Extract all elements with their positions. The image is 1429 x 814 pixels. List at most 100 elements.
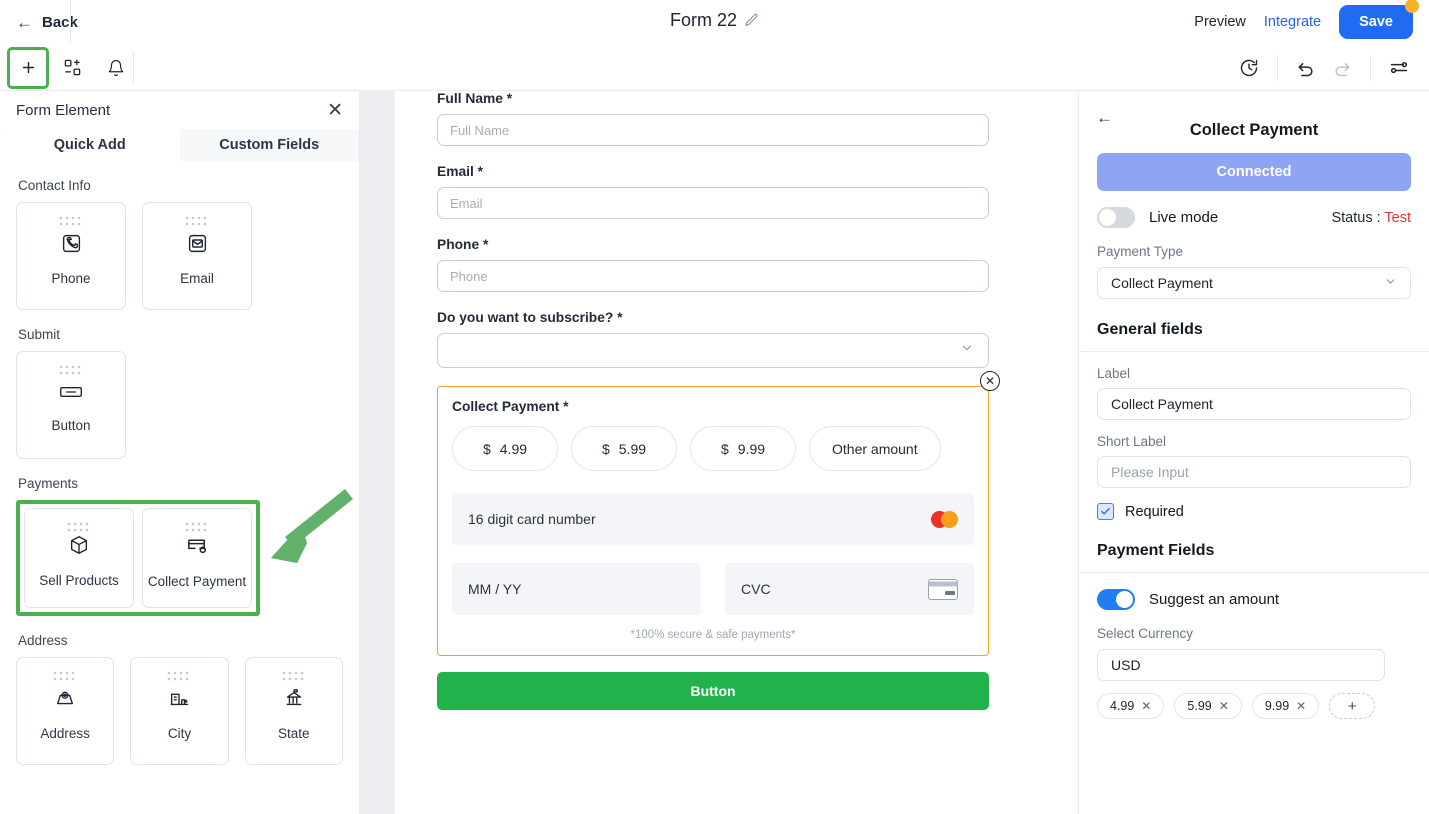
element-card-city[interactable]: City (130, 657, 229, 765)
group-submit: Button (16, 351, 343, 459)
form-builder-app: ← Back Form 22 Preview Integrate Save Fo… (0, 0, 1429, 814)
currency-symbol: $ (482, 440, 491, 457)
connected-status-button[interactable]: Connected (1097, 153, 1411, 191)
expiry-field[interactable]: MM / YY (452, 563, 701, 615)
chevron-down-icon (1384, 275, 1397, 291)
preview-button[interactable]: Preview (1194, 14, 1246, 30)
tab-quick-add[interactable]: Quick Add (0, 129, 180, 161)
form-title-text: Form 22 (669, 10, 738, 30)
suggest-amount-label: Suggest an amount (1149, 591, 1280, 608)
label-input[interactable]: Collect Payment (1097, 388, 1411, 420)
remove-icon[interactable]: ✕ (1141, 699, 1151, 713)
field-full-name: Full Name * Full Name (437, 91, 1036, 146)
live-mode-toggle[interactable] (1097, 207, 1135, 228)
panel-title: Form Element (16, 101, 111, 119)
remove-icon[interactable]: ✕ (1296, 699, 1306, 713)
other-amount-option[interactable]: Other amount (809, 426, 941, 471)
toolbar-right-group (1231, 44, 1417, 91)
amount-option-3[interactable]: $ 9.99 (690, 426, 796, 471)
collect-payment-label: Collect Payment * (452, 399, 569, 414)
amount-value: 5.99 (618, 440, 647, 457)
required-checkbox[interactable] (1097, 503, 1114, 520)
form-canvas: Full Name * Full Name Email * Email Phon… (360, 91, 1078, 814)
element-card-phone[interactable]: Phone (16, 202, 126, 310)
element-card-button[interactable]: Button (16, 351, 126, 459)
top-header: ← Back Form 22 Preview Integrate Save (0, 0, 1429, 44)
section-divider-2 (1079, 572, 1429, 573)
editor-toolbar (0, 44, 1429, 91)
remove-icon[interactable]: ✕ (1219, 699, 1229, 713)
element-card-address[interactable]: Address (16, 657, 115, 765)
payment-fields-body: Suggest an amount Select Currency USD 4.… (1079, 589, 1429, 719)
card-number-placeholder: 16 digit card number (468, 511, 596, 527)
payment-type-value: Collect Payment (1111, 275, 1213, 291)
required-label: Required (1125, 503, 1184, 520)
phone-input[interactable]: Phone (437, 260, 989, 292)
short-label-field-label: Short Label (1097, 434, 1167, 449)
settings-panel-header: ← Collect Payment (1079, 91, 1429, 153)
currency-input[interactable]: USD (1097, 649, 1385, 681)
amount-chip-2[interactable]: 5.99 ✕ (1174, 693, 1242, 719)
element-card-email[interactable]: Email (142, 202, 252, 310)
settings-sliders-icon[interactable] (1381, 50, 1417, 86)
cvc-field[interactable]: CVC (725, 563, 974, 615)
chevron-down-icon (960, 341, 974, 360)
arrow-left-icon[interactable]: ← (1096, 109, 1113, 126)
field-label: Do you want to subscribe? * (437, 310, 623, 325)
short-label-input[interactable]: Please Input (1097, 456, 1411, 488)
element-card-sell-products[interactable]: Sell Products (24, 508, 134, 608)
amount-chip-1[interactable]: 4.99 ✕ (1097, 693, 1165, 719)
cvc-placeholder: CVC (741, 581, 771, 597)
history-icon[interactable] (1231, 50, 1267, 86)
add-element-button[interactable] (7, 46, 49, 89)
amount-option-1[interactable]: $ 4.99 (452, 426, 558, 471)
form-submit-button[interactable]: Button (437, 672, 989, 710)
box-icon (68, 534, 90, 561)
full-name-input[interactable]: Full Name (437, 114, 989, 146)
save-button[interactable]: Save (1339, 5, 1413, 39)
subscribe-select[interactable] (437, 333, 989, 368)
pencil-icon[interactable] (744, 13, 759, 28)
close-icon[interactable]: ✕ (327, 101, 343, 120)
header-actions: Preview Integrate Save (1194, 0, 1419, 44)
email-input[interactable]: Email (437, 187, 989, 219)
field-label: Phone * (437, 237, 489, 252)
drag-handle-dots[interactable] (17, 215, 125, 227)
panel-tabs: Quick Add Custom Fields (0, 129, 359, 161)
drag-handle-dots[interactable] (17, 670, 113, 682)
close-circle-icon[interactable]: ✕ (980, 371, 1000, 391)
element-label: Address (40, 726, 90, 741)
amount-chip-3[interactable]: 9.99 ✕ (1251, 693, 1320, 719)
suggest-amount-toggle[interactable] (1097, 589, 1135, 610)
drag-handle-dots[interactable] (25, 521, 133, 533)
form-fields-area: Full Name * Full Name Email * Email Phon… (395, 91, 1078, 710)
panel-body: Contact Info Phone Email Submit Button P… (0, 178, 359, 765)
drag-handle-dots[interactable] (143, 215, 251, 227)
collect-payment-settings-panel: ← Collect Payment Connected Live mode St… (1078, 91, 1429, 814)
element-card-state[interactable]: State (244, 657, 343, 765)
amount-option-2[interactable]: $ 5.99 (571, 426, 677, 471)
integrate-button[interactable]: Integrate (1264, 14, 1321, 30)
redo-icon[interactable] (1324, 50, 1360, 86)
drag-handle-dots[interactable] (131, 670, 227, 682)
card-number-field[interactable]: 16 digit card number (452, 493, 974, 545)
toolbar-separator (133, 52, 134, 83)
drag-handle-dots[interactable] (17, 364, 125, 376)
group-title-submit: Submit (18, 327, 61, 342)
payment-type-select[interactable]: Collect Payment (1097, 267, 1411, 299)
collect-payment-block[interactable]: ✕ Collect Payment * $ 4.99 $ 5.99 $ 9.99… (437, 371, 1000, 656)
card-back-icon (928, 578, 958, 600)
tab-custom-fields[interactable]: Custom Fields (180, 129, 360, 161)
secure-payment-note: *100% secure & safe payments* (630, 629, 796, 641)
field-email: Email * Email (437, 164, 1036, 219)
drag-handle-dots[interactable] (143, 521, 251, 533)
components-icon[interactable] (54, 50, 90, 86)
field-label: Full Name * (437, 91, 513, 106)
bell-icon[interactable] (98, 50, 134, 86)
add-amount-button[interactable]: + (1329, 693, 1376, 719)
bank-icon (283, 687, 305, 714)
settings-panel-title: Collect Payment (1189, 121, 1319, 139)
undo-icon[interactable] (1288, 50, 1324, 86)
element-card-collect-payment[interactable]: Collect Payment (142, 508, 252, 608)
drag-handle-dots[interactable] (246, 670, 342, 682)
